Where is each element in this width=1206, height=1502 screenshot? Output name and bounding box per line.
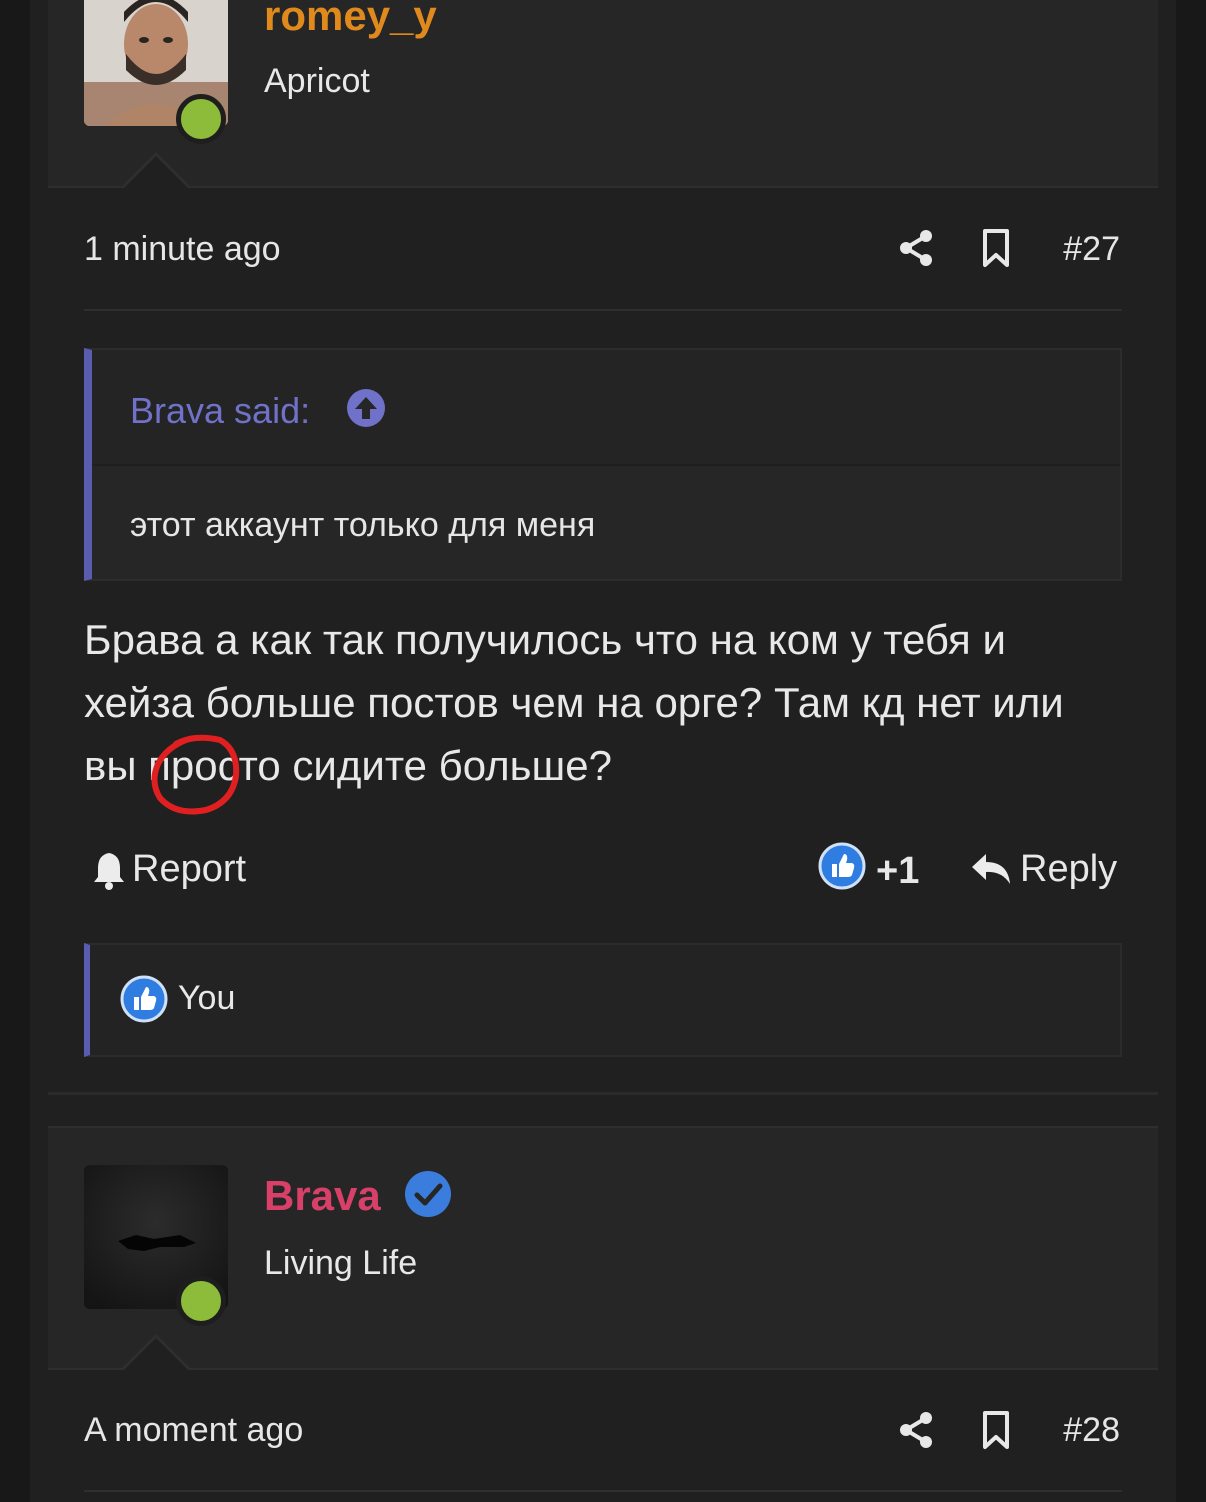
caret <box>122 1338 190 1372</box>
reaction-count[interactable]: +1 <box>876 850 919 893</box>
online-status-indicator <box>176 94 226 144</box>
red-circle-annotation <box>151 734 240 815</box>
post-timestamp[interactable]: 1 minute ago <box>84 230 281 269</box>
arrow-up-circle-icon[interactable] <box>346 388 386 428</box>
user-title: Living Life <box>264 1244 418 1282</box>
username[interactable]: Brava <box>264 1172 381 1220</box>
like-icon <box>120 975 168 1023</box>
verified-badge-icon <box>405 1171 451 1217</box>
post-separator <box>48 1092 1158 1095</box>
reacted-by-label[interactable]: You <box>178 979 235 1018</box>
reactions-bar[interactable]: You <box>84 943 1122 1057</box>
report-button[interactable]: Report <box>132 848 246 891</box>
post-number[interactable]: #28 <box>1063 1411 1120 1450</box>
quote-header: Brava said: <box>92 350 1120 466</box>
reply-icon[interactable] <box>970 850 1012 888</box>
share-icon[interactable] <box>896 228 936 268</box>
reply-button[interactable]: Reply <box>1020 848 1117 891</box>
bell-icon[interactable] <box>92 850 126 890</box>
quote-text: этот аккаунт только для меня <box>130 506 596 544</box>
quote-block: Brava said: этот аккаунт только для меня <box>84 348 1122 581</box>
share-icon[interactable] <box>896 1410 936 1450</box>
caret <box>122 156 190 190</box>
online-status-indicator <box>176 1276 226 1326</box>
quote-author[interactable]: Brava said: <box>130 390 310 432</box>
divider <box>84 1490 1122 1492</box>
like-icon[interactable] <box>818 842 866 890</box>
user-title: Apricot <box>264 62 370 100</box>
post-timestamp[interactable]: A moment ago <box>84 1411 303 1450</box>
bookmark-icon[interactable] <box>976 228 1016 268</box>
bookmark-icon[interactable] <box>976 1410 1016 1450</box>
post-number[interactable]: #27 <box>1063 230 1120 269</box>
username[interactable]: romey_y <box>264 0 437 40</box>
divider <box>84 309 1122 311</box>
